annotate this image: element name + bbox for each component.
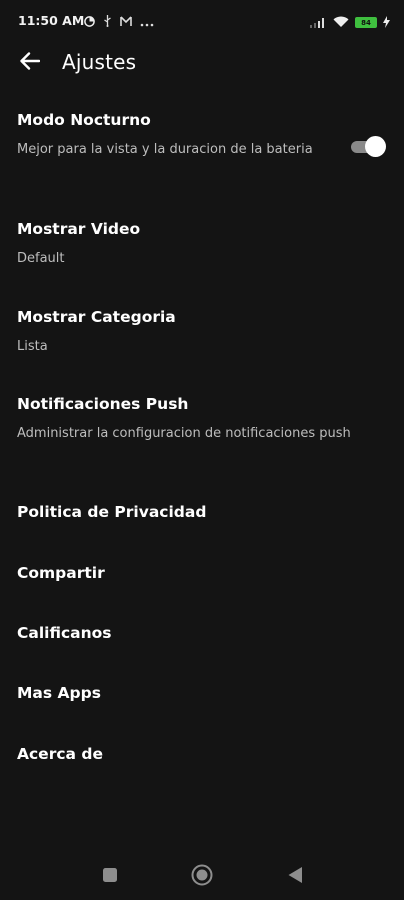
- setting-compartir[interactable]: Compartir: [17, 563, 387, 583]
- battery-icon: 84: [355, 17, 377, 28]
- charging-icon: [383, 13, 390, 32]
- setting-title: Calificanos: [17, 624, 112, 642]
- mail-icon: [120, 12, 132, 31]
- wifi-icon: [333, 13, 349, 32]
- data-saver-icon: [84, 12, 95, 31]
- recents-square-icon: [102, 867, 118, 887]
- setting-title: Compartir: [17, 564, 105, 582]
- setting-subtitle: Lista: [17, 339, 48, 354]
- setting-subtitle: Administrar la configuracion de notifica…: [17, 426, 351, 441]
- setting-mostrar-video[interactable]: Mostrar Video Default: [17, 219, 387, 269]
- night-mode-toggle[interactable]: [351, 135, 386, 157]
- battery-level: 84: [361, 18, 371, 27]
- status-bar: 11:50 AM 84: [0, 0, 404, 42]
- usb-icon: [103, 12, 112, 31]
- setting-title: Politica de Privacidad: [17, 503, 207, 521]
- setting-notificaciones-push[interactable]: Notificaciones Push Administrar la confi…: [17, 394, 387, 444]
- setting-title: Mostrar Categoria: [17, 308, 176, 326]
- status-time: 11:50 AM: [18, 13, 85, 28]
- status-right-icons: 84: [310, 13, 390, 32]
- setting-calificanos[interactable]: Calificanos: [17, 623, 387, 643]
- setting-title: Acerca de: [17, 745, 103, 763]
- setting-title: Modo Nocturno: [17, 111, 151, 129]
- system-back-button[interactable]: [283, 865, 307, 889]
- home-circle-icon: [191, 864, 213, 890]
- back-button[interactable]: [15, 48, 45, 78]
- page-title: Ajustes: [62, 50, 137, 74]
- back-triangle-icon: [287, 866, 303, 888]
- arrow-left-icon: [20, 52, 41, 74]
- app-bar: Ajustes: [0, 42, 404, 84]
- setting-subtitle: Mejor para la vista y la duracion de la …: [17, 142, 313, 157]
- signal-icon: [310, 13, 327, 32]
- setting-modo-nocturno[interactable]: Modo Nocturno Mejor para la vista y la d…: [17, 110, 387, 160]
- setting-mostrar-categoria[interactable]: Mostrar Categoria Lista: [17, 307, 387, 357]
- setting-subtitle: Default: [17, 251, 65, 266]
- more-dots-icon: [140, 12, 154, 31]
- home-button[interactable]: [190, 864, 214, 890]
- toggle-thumb: [365, 136, 386, 157]
- setting-title: Mas Apps: [17, 684, 101, 702]
- system-nav-bar: [0, 852, 404, 900]
- setting-mas-apps[interactable]: Mas Apps: [17, 683, 387, 703]
- status-left-icons: [84, 12, 154, 31]
- setting-title: Notificaciones Push: [17, 395, 189, 413]
- recents-button[interactable]: [98, 865, 122, 889]
- setting-acerca-de[interactable]: Acerca de: [17, 744, 387, 764]
- setting-title: Mostrar Video: [17, 220, 141, 238]
- setting-politica-privacidad[interactable]: Politica de Privacidad: [17, 502, 387, 522]
